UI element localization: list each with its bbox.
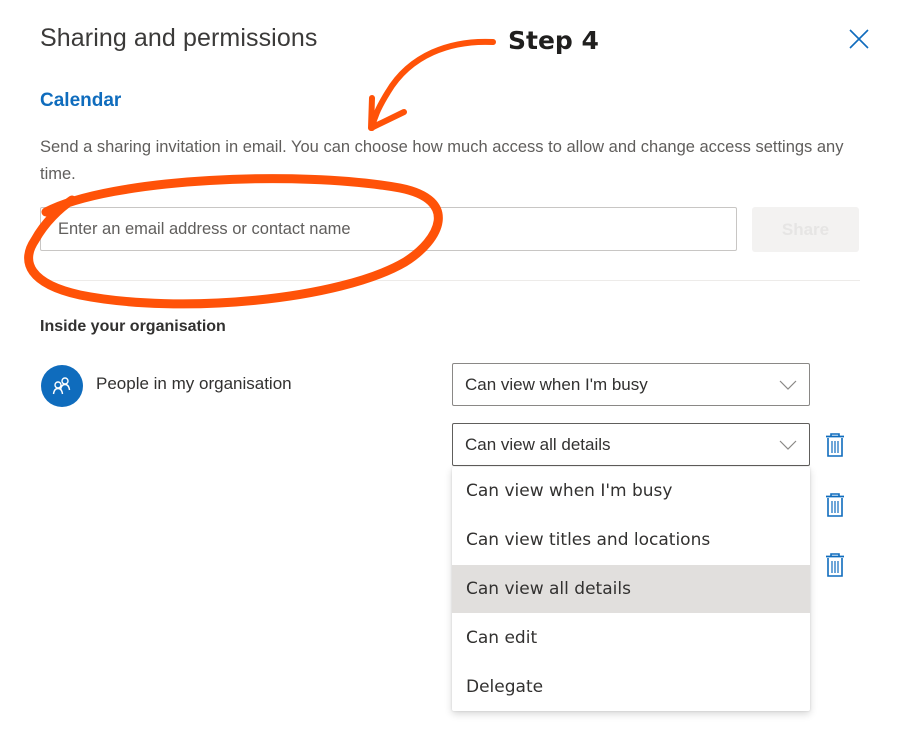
trash-icon[interactable] bbox=[824, 492, 846, 518]
calendar-section-title: Calendar bbox=[40, 90, 122, 111]
email-input[interactable] bbox=[40, 207, 737, 251]
people-icon bbox=[52, 377, 71, 395]
annotation-arrow bbox=[369, 38, 496, 131]
annotation-arrowhead bbox=[368, 95, 407, 131]
dropdown-value: Can view when I'm busy bbox=[465, 374, 648, 394]
chevron-down-icon bbox=[779, 440, 797, 450]
share-button[interactable]: Share bbox=[752, 207, 859, 252]
trash-icon[interactable] bbox=[824, 432, 846, 458]
people-permission-dropdown[interactable]: Can view when I'm busy bbox=[452, 363, 810, 406]
dropdown-value: Can view all details bbox=[465, 434, 611, 454]
menu-item-can-edit[interactable]: Can edit bbox=[452, 613, 810, 662]
sharing-description: Send a sharing invitation in email. You … bbox=[40, 138, 844, 183]
permission-dropdown-menu: Can view when I'm busy Can view titles a… bbox=[452, 467, 810, 711]
inside-organisation-heading: Inside your organisation bbox=[40, 318, 226, 335]
people-avatar bbox=[41, 365, 83, 407]
chevron-down-icon bbox=[779, 380, 797, 390]
dialog-title: Sharing and permissions bbox=[40, 24, 318, 52]
menu-item-delegate[interactable]: Delegate bbox=[452, 662, 810, 711]
menu-item-view-when-busy[interactable]: Can view when I'm busy bbox=[452, 467, 810, 516]
trash-icon[interactable] bbox=[824, 552, 846, 578]
menu-item-view-all-details[interactable]: Can view all details bbox=[452, 564, 810, 614]
menu-item-view-titles-locations[interactable]: Can view titles and locations bbox=[452, 516, 810, 565]
close-icon[interactable] bbox=[846, 26, 872, 52]
second-permission-dropdown[interactable]: Can view all details bbox=[452, 423, 810, 466]
people-in-organisation-label: People in my organisation bbox=[96, 374, 292, 393]
step-label: Step 4 bbox=[508, 26, 599, 55]
divider bbox=[40, 280, 860, 281]
